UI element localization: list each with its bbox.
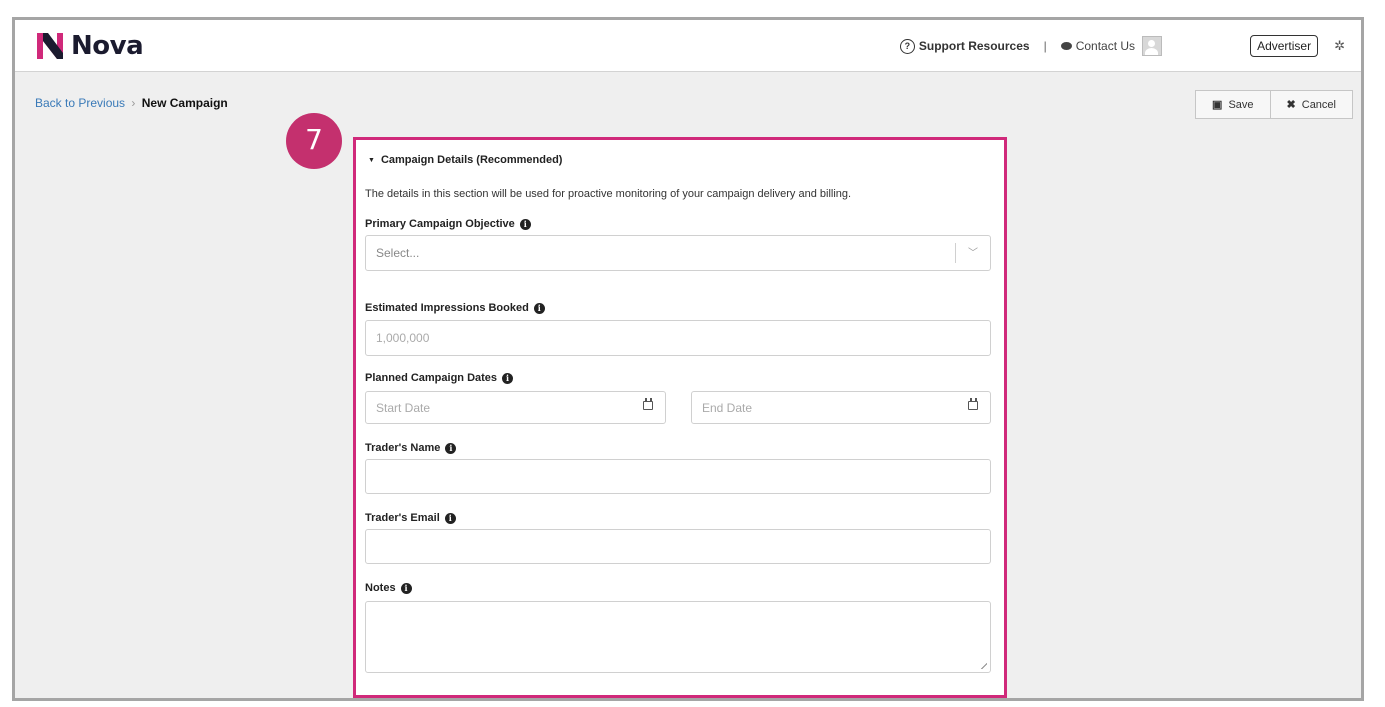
notes-label-text: Notes (365, 582, 396, 594)
impressions-placeholder: 1,000,000 (376, 331, 430, 345)
support-resources-link[interactable]: ? Support Resources (899, 38, 1030, 54)
dates-label-text: Planned Campaign Dates (365, 372, 498, 384)
select-divider (955, 243, 956, 263)
cancel-button[interactable]: ✖ Cancel (1270, 90, 1353, 119)
breadcrumb-separator: › (131, 96, 136, 110)
start-date-input[interactable]: Start Date (365, 391, 666, 424)
cancel-label: Cancel (1301, 98, 1336, 111)
calendar-icon[interactable] (968, 398, 978, 410)
impressions-label: Estimated Impressions Booked i (365, 302, 545, 314)
objective-placeholder: Select... (376, 246, 420, 260)
info-icon[interactable]: i (533, 302, 545, 314)
info-icon[interactable]: i (502, 372, 514, 384)
campaign-details-panel: ▼ Campaign Details (Recommended) The det… (353, 137, 1007, 698)
end-date-input[interactable]: End Date (691, 391, 991, 424)
back-to-previous-link[interactable]: Back to Previous (35, 96, 125, 110)
info-icon[interactable]: i (444, 512, 456, 524)
top-nav-links: ? Support Resources | Contact Us Adverti… (899, 20, 1345, 72)
save-button[interactable]: ▣ Save (1195, 90, 1271, 119)
page-actions: ▣ Save ✖ Cancel (1195, 90, 1353, 119)
trader-name-input[interactable] (365, 459, 991, 494)
trader-name-label: Trader's Name i (365, 442, 457, 454)
top-navigation-bar: Nova ? Support Resources | Contact Us Ad… (15, 20, 1361, 72)
role-switcher-button[interactable]: Advertiser (1250, 35, 1319, 57)
objective-label-text: Primary Campaign Objective (365, 218, 515, 230)
start-date-placeholder: Start Date (376, 400, 431, 415)
notes-textarea[interactable] (365, 601, 991, 673)
contact-us-label: Contact Us (1075, 39, 1136, 53)
objective-label: Primary Campaign Objective i (365, 218, 531, 230)
gear-icon[interactable]: ✲ (1334, 38, 1345, 54)
breadcrumb: Back to Previous › New Campaign (35, 96, 228, 110)
campaign-details-toggle[interactable]: ▼ Campaign Details (Recommended) (368, 154, 562, 166)
support-resources-label: Support Resources (918, 39, 1030, 53)
info-icon[interactable]: i (445, 442, 457, 454)
section-description: The details in this section will be used… (365, 188, 852, 200)
section-title: Campaign Details (Recommended) (380, 154, 563, 166)
objective-select[interactable]: Select... ﹀ (365, 235, 991, 271)
caret-down-icon: ▼ (368, 156, 375, 164)
trader-email-label-text: Trader's Email (365, 512, 440, 524)
dates-label: Planned Campaign Dates i (365, 372, 514, 384)
trader-email-input[interactable] (365, 529, 991, 564)
notes-label: Notes i (365, 582, 412, 594)
nav-separator: | (1043, 39, 1047, 53)
trader-name-label-text: Trader's Name (365, 442, 441, 454)
end-date-placeholder: End Date (702, 400, 753, 415)
save-label: Save (1228, 98, 1254, 111)
chevron-down-icon[interactable]: ﹀ (968, 244, 978, 259)
breadcrumb-current-page: New Campaign (141, 96, 228, 110)
calendar-icon[interactable] (643, 398, 653, 410)
resize-handle-icon[interactable] (981, 663, 987, 669)
step-number-badge: 7 (286, 113, 342, 169)
logo-text: Nova (71, 31, 144, 61)
trader-email-label: Trader's Email i (365, 512, 456, 524)
info-icon[interactable]: i (400, 582, 412, 594)
contact-us-link[interactable]: Contact Us (1060, 39, 1136, 53)
user-avatar-icon[interactable] (1142, 36, 1163, 56)
nova-logo-icon (37, 33, 63, 59)
impressions-input[interactable]: 1,000,000 (365, 320, 991, 356)
help-circle-icon: ? (899, 38, 915, 54)
nova-logo[interactable]: Nova (35, 30, 144, 62)
save-icon: ▣ (1212, 99, 1223, 111)
close-icon: ✖ (1286, 99, 1296, 111)
info-icon[interactable]: i (519, 218, 531, 230)
chat-bubble-icon (1060, 42, 1072, 50)
impressions-label-text: Estimated Impressions Booked (365, 302, 529, 314)
